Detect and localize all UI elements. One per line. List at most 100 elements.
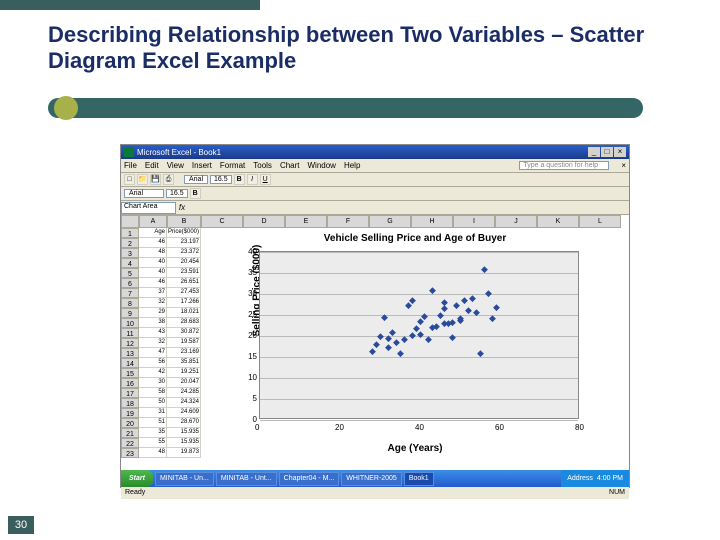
cell[interactable]: 30.872 (167, 328, 201, 338)
col-header[interactable]: H (411, 215, 453, 228)
new-button[interactable]: □ (124, 174, 135, 185)
cell[interactable]: 23.591 (167, 268, 201, 278)
italic-button[interactable]: I (247, 174, 258, 185)
col-header[interactable]: E (285, 215, 327, 228)
open-button[interactable]: 📁 (137, 174, 148, 185)
row-header[interactable]: 6 (121, 278, 139, 288)
chart-area[interactable]: CDEFGHIJKL Vehicle Selling Price and Age… (201, 215, 629, 471)
titlebar[interactable]: Microsoft Excel - Book1 _ □ × (121, 145, 629, 159)
cell[interactable]: 51 (139, 418, 167, 428)
row-header[interactable]: 19 (121, 408, 139, 418)
taskbar-item-2[interactable]: Chapter04 - M... (279, 472, 340, 486)
row-header[interactable]: 14 (121, 358, 139, 368)
cell[interactable]: 20.047 (167, 378, 201, 388)
cell[interactable]: 27.453 (167, 288, 201, 298)
cell[interactable]: 46 (139, 238, 167, 248)
cell[interactable]: 43 (139, 328, 167, 338)
close-button[interactable]: × (614, 147, 626, 157)
row-header[interactable]: 21 (121, 428, 139, 438)
cell[interactable]: 50 (139, 398, 167, 408)
cell[interactable]: 42 (139, 368, 167, 378)
row-header[interactable]: 10 (121, 318, 139, 328)
row-header[interactable]: 17 (121, 388, 139, 398)
cell[interactable]: 26.651 (167, 278, 201, 288)
row-header[interactable]: 13 (121, 348, 139, 358)
cell[interactable]: 40 (139, 268, 167, 278)
col-header[interactable]: C (201, 215, 243, 228)
col-header-a[interactable]: A (139, 215, 167, 228)
menu-chart[interactable]: Chart (280, 161, 300, 170)
row-header[interactable]: 11 (121, 328, 139, 338)
cell[interactable]: 37 (139, 288, 167, 298)
row-header[interactable]: 7 (121, 288, 139, 298)
bold-button-2[interactable]: B (190, 188, 201, 199)
select-all[interactable] (121, 215, 139, 228)
menu-help[interactable]: Help (344, 161, 360, 170)
menu-insert[interactable]: Insert (192, 161, 212, 170)
cell[interactable]: 24.609 (167, 408, 201, 418)
col-header[interactable]: I (453, 215, 495, 228)
col-header[interactable]: L (579, 215, 621, 228)
cell[interactable]: 30 (139, 378, 167, 388)
cell[interactable]: 23.197 (167, 238, 201, 248)
cell[interactable]: 35.851 (167, 358, 201, 368)
cell[interactable]: 18.021 (167, 308, 201, 318)
row-header[interactable]: 15 (121, 368, 139, 378)
font-name[interactable]: Arial (184, 175, 208, 184)
row-header[interactable]: 20 (121, 418, 139, 428)
save-button[interactable]: 💾 (150, 174, 161, 185)
row-header[interactable]: 23 (121, 448, 139, 458)
col-header[interactable]: G (369, 215, 411, 228)
col-header[interactable]: J (495, 215, 537, 228)
row-header[interactable]: 9 (121, 308, 139, 318)
menu-tools[interactable]: Tools (253, 161, 272, 170)
col-header[interactable]: K (537, 215, 579, 228)
menu-close-doc[interactable]: × (621, 161, 626, 170)
help-search[interactable]: Type a question for help (519, 161, 609, 170)
cell[interactable]: 24.285 (167, 388, 201, 398)
row-header[interactable]: 5 (121, 268, 139, 278)
cell[interactable]: 58 (139, 388, 167, 398)
minimize-button[interactable]: _ (588, 147, 600, 157)
taskbar-item-3[interactable]: WHITNER-2005 (341, 472, 402, 486)
cell[interactable]: 48 (139, 448, 167, 458)
font-name-2[interactable]: Arial (124, 189, 164, 198)
menu-file[interactable]: File (124, 161, 137, 170)
maximize-button[interactable]: □ (601, 147, 613, 157)
cell[interactable]: 28.670 (167, 418, 201, 428)
menu-view[interactable]: View (167, 161, 184, 170)
cell[interactable]: 31 (139, 408, 167, 418)
row-header[interactable]: 4 (121, 258, 139, 268)
taskbar-item-1[interactable]: MINITAB - Unt... (216, 472, 277, 486)
cell[interactable]: 19.251 (167, 368, 201, 378)
name-box[interactable]: Chart Area (121, 202, 176, 214)
row-header[interactable]: 1 (121, 228, 139, 238)
menu-format[interactable]: Format (220, 161, 245, 170)
cell[interactable]: 28.683 (167, 318, 201, 328)
cell[interactable]: 38 (139, 318, 167, 328)
cell[interactable]: 32 (139, 298, 167, 308)
row-header[interactable]: 16 (121, 378, 139, 388)
col-header[interactable]: D (243, 215, 285, 228)
cell[interactable]: 19.873 (167, 448, 201, 458)
cell[interactable]: 48 (139, 248, 167, 258)
bold-button[interactable]: B (234, 174, 245, 185)
cell[interactable]: 40 (139, 258, 167, 268)
row-header[interactable]: 8 (121, 298, 139, 308)
cell[interactable]: 20.454 (167, 258, 201, 268)
start-button[interactable]: Start (121, 470, 153, 487)
row-header[interactable]: 2 (121, 238, 139, 248)
cell[interactable]: 35 (139, 428, 167, 438)
cell[interactable]: Age (139, 228, 167, 238)
cell[interactable]: 17.266 (167, 298, 201, 308)
cell[interactable]: 32 (139, 338, 167, 348)
cell[interactable]: 29 (139, 308, 167, 318)
taskbar-item-active[interactable]: Book1 (404, 472, 434, 486)
row-header[interactable]: 12 (121, 338, 139, 348)
col-header-b[interactable]: B (167, 215, 201, 228)
cell[interactable]: 24.324 (167, 398, 201, 408)
fx-icon[interactable]: fx (176, 203, 188, 212)
font-size-2[interactable]: 16.5 (166, 189, 188, 198)
cell[interactable]: 47 (139, 348, 167, 358)
row-header[interactable]: 3 (121, 248, 139, 258)
